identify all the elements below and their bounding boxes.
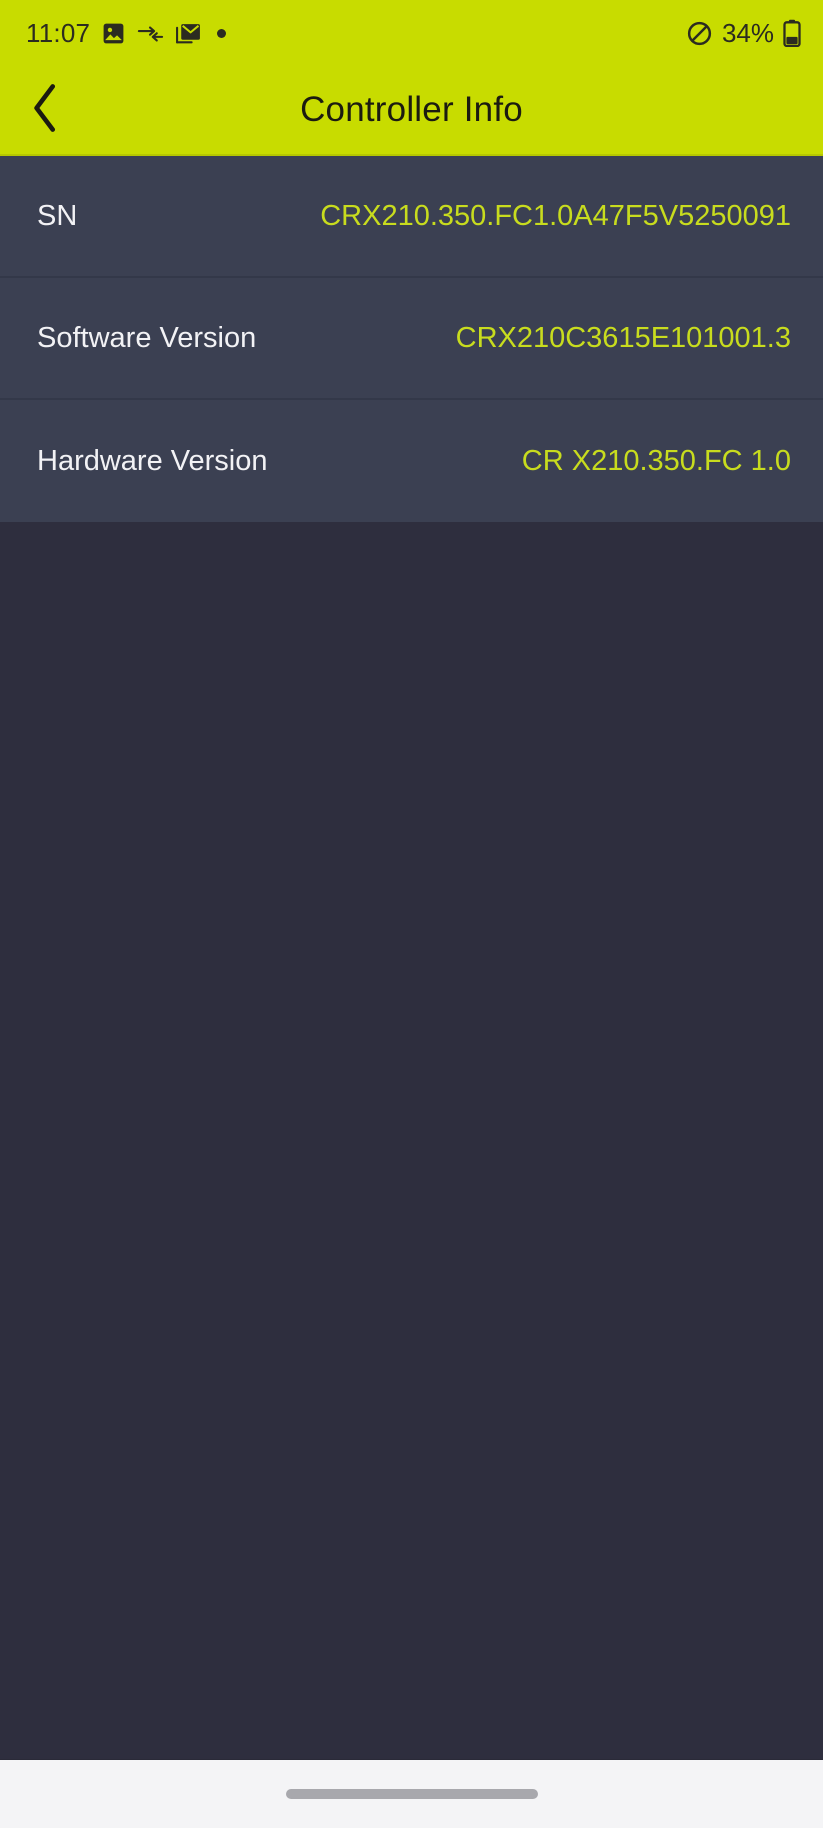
empty-content-area (0, 522, 823, 1759)
phone-screen: 11:07 34% Controller Info SN CRX210.350.… (0, 0, 823, 1828)
back-button[interactable] (14, 78, 78, 142)
status-bar-right: 34% (686, 19, 801, 47)
info-row-label: Software Version (37, 321, 257, 354)
do-not-disturb-icon (686, 20, 713, 47)
email-icon (175, 21, 202, 46)
info-row-label: SN (37, 199, 78, 232)
battery-icon (783, 19, 801, 47)
system-navigation-bar (0, 1759, 823, 1828)
status-time: 11:07 (26, 18, 91, 48)
info-row-value: CRX210.350.FC1.0A47F5V5250091 (320, 199, 791, 232)
photo-icon (101, 21, 126, 46)
table-row[interactable]: Hardware Version CR X210.350.FC 1.0 (0, 400, 823, 522)
info-row-label: Hardware Version (37, 444, 268, 477)
battery-percent-label: 34% (721, 18, 774, 48)
status-bar: 11:07 34% (0, 0, 823, 66)
chevron-left-icon (29, 81, 63, 140)
table-row[interactable]: SN CRX210.350.FC1.0A47F5V5250091 (0, 156, 823, 278)
controller-info-list: SN CRX210.350.FC1.0A47F5V5250091 Softwar… (0, 156, 823, 522)
info-row-value: CRX210C3615E101001.3 (455, 321, 791, 354)
status-bar-left: 11:07 (26, 18, 227, 48)
info-row-value: CR X210.350.FC 1.0 (521, 444, 791, 477)
dot-icon (217, 28, 227, 38)
app-bar: Controller Info (0, 66, 823, 156)
gesture-handle[interactable] (285, 1789, 538, 1799)
page-title: Controller Info (300, 90, 523, 129)
table-row[interactable]: Software Version CRX210C3615E101001.3 (0, 278, 823, 400)
data-transfer-icon (137, 21, 164, 46)
